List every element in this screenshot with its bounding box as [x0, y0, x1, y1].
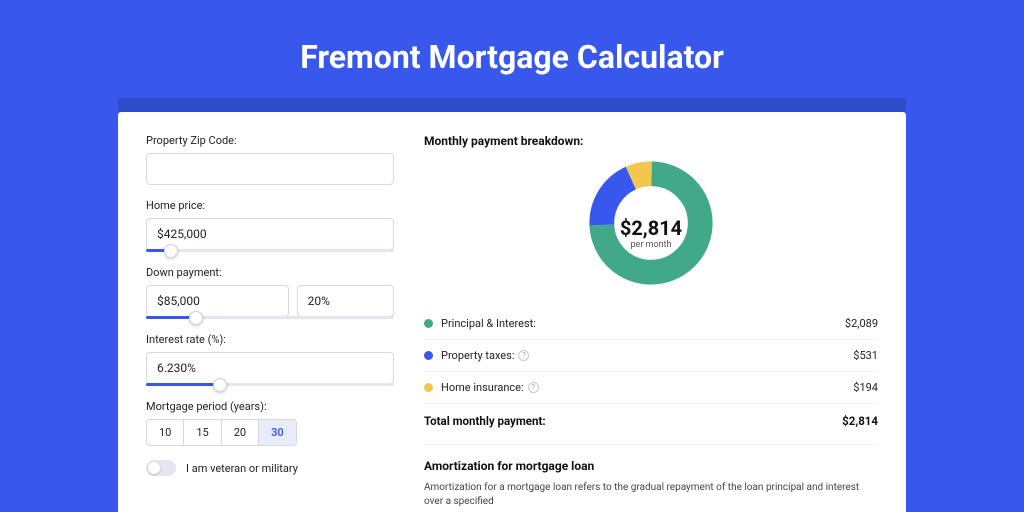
period-option-15[interactable]: 15	[184, 420, 221, 445]
slider-thumb-icon[interactable]	[189, 311, 203, 325]
total-row: Total monthly payment: $2,814	[424, 404, 878, 438]
dot-icon	[424, 319, 433, 328]
donut-chart: $2,814 per month	[424, 158, 878, 308]
period-segmented: 10 15 20 30	[146, 419, 297, 446]
amortization-text: Amortization for a mortgage loan refers …	[424, 481, 878, 509]
breakdown-value: $531	[853, 349, 878, 362]
period-option-10[interactable]: 10	[147, 420, 184, 445]
donut-amount: $2,814	[620, 216, 682, 240]
zip-label: Property Zip Code:	[146, 134, 394, 147]
left-column: Property Zip Code: Home price: Down paym…	[146, 134, 394, 512]
zip-group: Property Zip Code:	[146, 134, 394, 185]
breakdown-row-principal: Principal & Interest: $2,089	[424, 308, 878, 340]
period-group: Mortgage period (years): 10 15 20 30	[146, 400, 394, 446]
zip-input[interactable]	[146, 153, 394, 185]
veteran-label: I am veteran or military	[186, 462, 298, 475]
veteran-toggle[interactable]	[146, 460, 176, 476]
home-price-input[interactable]	[146, 218, 394, 250]
donut-sub: per month	[620, 240, 682, 250]
card-outer: Property Zip Code: Home price: Down paym…	[118, 98, 906, 512]
down-payment-pct-input[interactable]	[297, 285, 394, 317]
down-payment-input[interactable]	[146, 285, 289, 317]
info-icon[interactable]: ?	[528, 382, 539, 393]
home-price-slider[interactable]	[146, 249, 394, 252]
down-payment-label: Down payment:	[146, 266, 394, 279]
breakdown-label: Home insurance:	[441, 381, 524, 394]
calculator-card: Property Zip Code: Home price: Down paym…	[118, 112, 906, 512]
period-option-30[interactable]: 30	[259, 420, 296, 445]
dot-icon	[424, 351, 433, 360]
period-label: Mortgage period (years):	[146, 400, 394, 413]
interest-input[interactable]	[146, 352, 394, 384]
amortization-section: Amortization for mortgage loan Amortizat…	[424, 444, 878, 509]
info-icon[interactable]: ?	[518, 350, 529, 361]
breakdown-row-insurance: Home insurance: ? $194	[424, 372, 878, 404]
dot-icon	[424, 383, 433, 392]
page-title: Fremont Mortgage Calculator	[0, 0, 1024, 98]
breakdown-row-taxes: Property taxes: ? $531	[424, 340, 878, 372]
breakdown-value: $2,089	[845, 317, 878, 330]
interest-slider[interactable]	[146, 383, 394, 386]
right-column: Monthly payment breakdown: $2,814 per mo…	[424, 134, 878, 512]
down-payment-group: Down payment:	[146, 266, 394, 319]
slider-thumb-icon[interactable]	[213, 378, 227, 392]
breakdown-label: Principal & Interest:	[441, 317, 536, 330]
amortization-title: Amortization for mortgage loan	[424, 459, 878, 473]
breakdown-label: Property taxes:	[441, 349, 514, 362]
slider-thumb-icon[interactable]	[164, 244, 178, 258]
donut-center: $2,814 per month	[620, 216, 682, 250]
veteran-row: I am veteran or military	[146, 460, 394, 476]
interest-label: Interest rate (%):	[146, 333, 394, 346]
interest-group: Interest rate (%):	[146, 333, 394, 386]
total-value: $2,814	[842, 414, 878, 428]
breakdown-title: Monthly payment breakdown:	[424, 134, 878, 148]
total-label: Total monthly payment:	[424, 414, 546, 428]
down-payment-slider[interactable]	[146, 316, 394, 319]
home-price-group: Home price:	[146, 199, 394, 252]
home-price-label: Home price:	[146, 199, 394, 212]
period-option-20[interactable]: 20	[222, 420, 259, 445]
breakdown-value: $194	[853, 381, 878, 394]
